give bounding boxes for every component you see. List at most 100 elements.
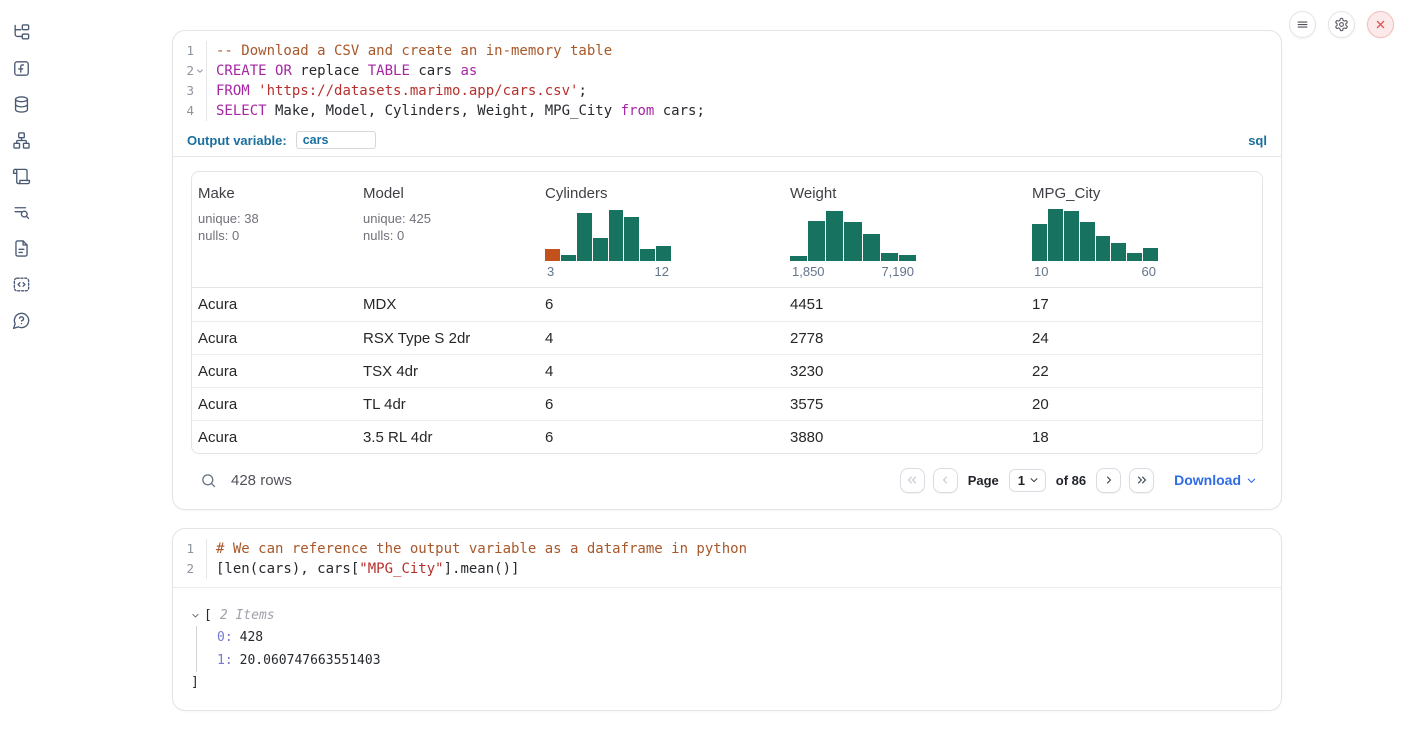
histogram-bar[interactable]: [593, 238, 608, 261]
code-text[interactable]: CREATE OR replace TABLE cars as: [207, 61, 477, 81]
code-text[interactable]: # We can reference the output variable a…: [207, 539, 747, 559]
histogram-bar[interactable]: [808, 221, 825, 262]
histogram-axis: 1060: [1032, 264, 1158, 279]
pagination: Page 1 of 86 Download: [900, 468, 1257, 493]
histogram-bar[interactable]: [881, 253, 898, 261]
search-button[interactable]: [197, 469, 219, 491]
settings-button[interactable]: [1328, 11, 1355, 38]
code-token: FROM: [216, 83, 250, 99]
histogram-bar[interactable]: [1096, 236, 1111, 261]
table-row[interactable]: AcuraTL 4dr6357520: [192, 387, 1262, 420]
sql-cell-output: Makeunique: 38nulls: 0Modelunique: 425nu…: [173, 157, 1281, 509]
next-page-button[interactable]: [1096, 468, 1121, 493]
menu-button[interactable]: [1289, 11, 1316, 38]
last-page-button[interactable]: [1129, 468, 1154, 493]
dependency-graph-icon[interactable]: [9, 128, 33, 152]
table-cell: 4: [539, 363, 784, 380]
table-cell: 6: [539, 429, 784, 446]
code-token: ;: [578, 83, 586, 99]
file-tree-icon[interactable]: [9, 20, 33, 44]
chevron-down-icon: [1246, 475, 1257, 486]
menu-icon: [1295, 17, 1310, 32]
snippets-code-icon[interactable]: [9, 272, 33, 296]
column-header-model[interactable]: Modelunique: 425nulls: 0: [357, 172, 539, 287]
items-count-label: 2 Items: [220, 608, 275, 623]
histogram-bar[interactable]: [1143, 248, 1158, 261]
table-cell: Acura: [192, 429, 357, 446]
code-token: [len(cars), cars[: [216, 561, 359, 577]
histogram-bar[interactable]: [561, 255, 576, 261]
column-label: Weight: [790, 185, 1026, 202]
code-line[interactable]: 3 FROM 'https://datasets.marimo.app/cars.…: [173, 81, 1281, 101]
table-row[interactable]: Acura3.5 RL 4dr6388018: [192, 420, 1262, 453]
data-table: Makeunique: 38nulls: 0Modelunique: 425nu…: [191, 171, 1263, 454]
code-line[interactable]: 2CREATE OR replace TABLE cars as: [173, 61, 1281, 81]
table-cell: 6: [539, 296, 784, 313]
histogram-bar[interactable]: [1048, 209, 1063, 261]
column-histogram: 1,8507,190: [790, 207, 916, 279]
column-header-weight[interactable]: Weight 1,8507,190: [784, 172, 1026, 287]
histogram-bar[interactable]: [1127, 253, 1142, 261]
tree-entry-value: 20.060747663551403: [240, 653, 381, 668]
python-code-editor[interactable]: 1 # We can reference the output variable …: [173, 529, 1281, 588]
first-page-button[interactable]: [900, 468, 925, 493]
collapse-toggle-icon[interactable]: [191, 611, 204, 620]
histogram-bar[interactable]: [844, 222, 861, 261]
document-icon[interactable]: [9, 236, 33, 260]
download-button[interactable]: Download: [1174, 472, 1257, 488]
code-token: TABLE: [368, 63, 410, 79]
histogram-bar[interactable]: [609, 210, 624, 261]
code-line[interactable]: 4SELECT Make, Model, Cylinders, Weight, …: [173, 101, 1281, 121]
code-text[interactable]: SELECT Make, Model, Cylinders, Weight, M…: [207, 101, 705, 121]
histogram-bar[interactable]: [1032, 224, 1047, 261]
column-header-cylinders[interactable]: Cylinders312: [539, 172, 784, 287]
histogram-bar[interactable]: [1111, 243, 1126, 261]
histogram-bar[interactable]: [863, 234, 880, 261]
histogram-bar[interactable]: [1080, 222, 1095, 261]
page-select[interactable]: 1: [1009, 469, 1046, 492]
sql-code-editor[interactable]: 1 -- Download a CSV and create an in-memo…: [173, 31, 1281, 129]
table-cell: 4451: [784, 296, 1026, 313]
function-icon[interactable]: [9, 56, 33, 80]
row-count: 428 rows: [231, 472, 292, 489]
column-label: MPG_City: [1032, 185, 1262, 202]
histogram-bar[interactable]: [790, 256, 807, 261]
line-number: 1: [186, 539, 194, 559]
column-header-mpg_city[interactable]: MPG_City 1060: [1026, 172, 1262, 287]
code-line[interactable]: 1 -- Download a CSV and create an in-memo…: [173, 41, 1281, 61]
table-cell: 22: [1026, 363, 1262, 380]
line-number: 1: [186, 41, 194, 61]
table-cell: Acura: [192, 396, 357, 413]
column-header-make[interactable]: Makeunique: 38nulls: 0: [192, 172, 357, 287]
code-line[interactable]: 2[len(cars), cars["MPG_City"].mean()]: [173, 559, 1281, 579]
histogram-bar[interactable]: [624, 217, 639, 261]
histogram-bar[interactable]: [656, 246, 671, 261]
fold-icon[interactable]: [194, 67, 206, 75]
table-row[interactable]: AcuraTSX 4dr4323022: [192, 354, 1262, 387]
database-icon[interactable]: [9, 92, 33, 116]
code-token: -- Download a CSV and create an in-memor…: [216, 43, 612, 59]
axis-label: 10: [1034, 264, 1048, 279]
scratchpad-scroll-icon[interactable]: [9, 164, 33, 188]
help-chat-icon[interactable]: [9, 308, 33, 332]
line-number-gutter: 4: [173, 101, 207, 121]
code-text[interactable]: FROM 'https://datasets.marimo.app/cars.c…: [207, 81, 587, 101]
sql-meta-row: Output variable: sql: [173, 129, 1281, 157]
histogram-bar[interactable]: [545, 249, 560, 261]
code-text[interactable]: [len(cars), cars["MPG_City"].mean()]: [207, 559, 519, 579]
close-app-button[interactable]: [1367, 11, 1394, 38]
table-row[interactable]: AcuraRSX Type S 2dr4277824: [192, 321, 1262, 354]
output-variable-input[interactable]: [296, 131, 376, 149]
line-number: 3: [186, 81, 194, 101]
histogram-bar[interactable]: [1064, 211, 1079, 261]
histogram-bar[interactable]: [640, 249, 655, 261]
code-text[interactable]: -- Download a CSV and create an in-memor…: [207, 41, 612, 61]
table-row[interactable]: AcuraMDX6445117: [192, 288, 1262, 321]
prev-page-button[interactable]: [933, 468, 958, 493]
code-line[interactable]: 1 # We can reference the output variable …: [173, 539, 1281, 559]
histogram-bar[interactable]: [826, 211, 843, 261]
histogram-bar[interactable]: [899, 255, 916, 261]
table-header: Makeunique: 38nulls: 0Modelunique: 425nu…: [192, 172, 1262, 288]
logs-search-icon[interactable]: [9, 200, 33, 224]
histogram-bar[interactable]: [577, 213, 592, 261]
